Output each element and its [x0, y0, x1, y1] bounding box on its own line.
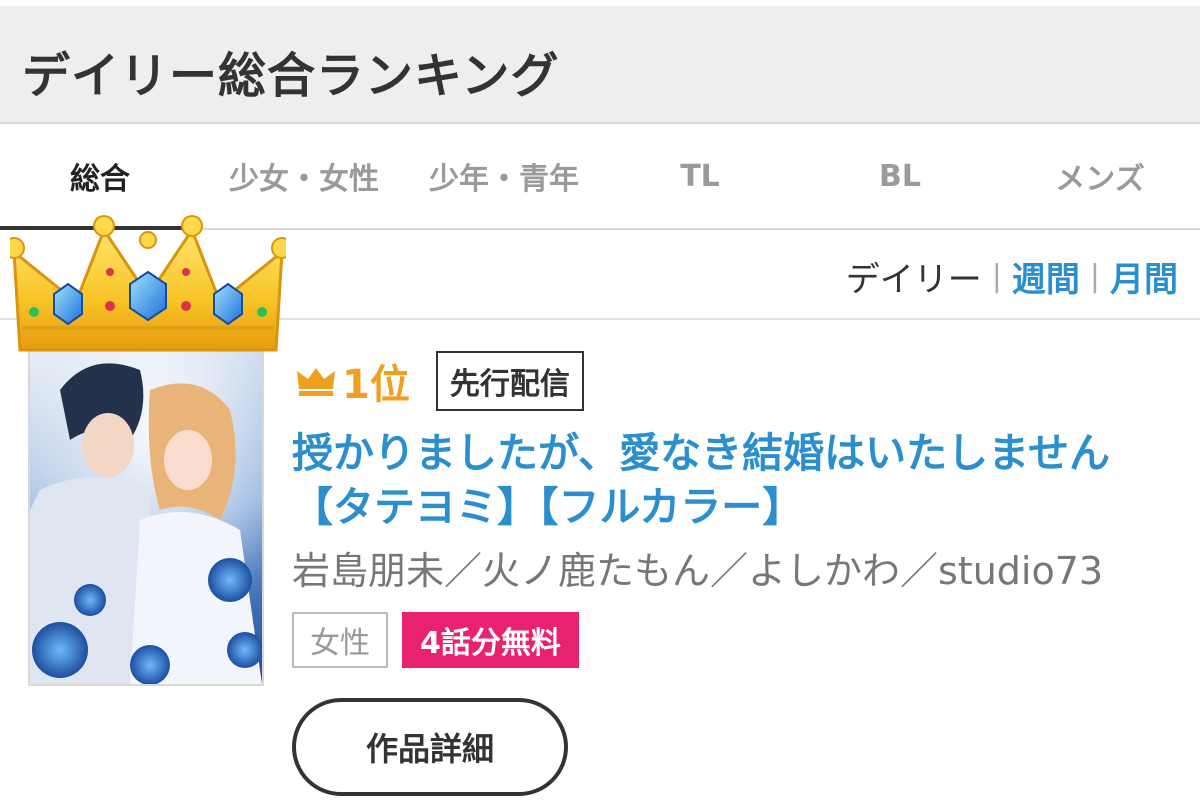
tab-label: BL — [879, 158, 921, 194]
tab-shounen-seinen[interactable]: 少年・青年 — [404, 124, 604, 228]
tab-label: TL — [680, 158, 720, 194]
genre-tag: 女性 — [292, 612, 388, 668]
work-title-link[interactable]: 授かりましたが、愛なき結婚はいたしません【タテヨミ】【フルカラー】 — [292, 426, 1172, 534]
work-detail-button[interactable]: 作品詳細 — [292, 698, 568, 796]
advance-release-badge: 先行配信 — [435, 351, 584, 411]
tab-label: 少女・女性 — [229, 162, 379, 197]
tab-label: 少年・青年 — [429, 162, 579, 197]
author-credits: 岩島朋未／火ノ鹿たもん／よしかわ／studio73 — [292, 549, 1104, 593]
period-separator: | — [991, 259, 1002, 294]
page-title: デイリー総合ランキング — [22, 48, 560, 104]
tab-mens[interactable]: メンズ — [1000, 124, 1200, 228]
crown-icon — [297, 368, 335, 396]
rank-label: 1位 — [342, 362, 410, 408]
period-monthly-link[interactable]: 月間 — [1110, 252, 1178, 301]
period-separator: | — [1089, 259, 1100, 294]
tag-list: 女性 4話分無料 — [292, 612, 579, 668]
tab-label: 総合 — [70, 162, 130, 197]
period-daily: デイリー — [845, 260, 982, 300]
tab-tl[interactable]: TL — [600, 124, 800, 228]
period-switcher: デイリー | 週間 | 月間 — [846, 252, 1178, 301]
rank-row: 1位 先行配信 — [296, 350, 584, 412]
page-header: デイリー総合ランキング — [0, 0, 1200, 124]
period-weekly-link[interactable]: 週間 — [1012, 252, 1080, 301]
crown-icon — [10, 215, 286, 352]
book-cover[interactable] — [28, 348, 264, 686]
free-episodes-badge: 4話分無料 — [402, 612, 579, 668]
tab-bl[interactable]: BL — [800, 124, 1000, 228]
tab-label: メンズ — [1055, 162, 1145, 197]
